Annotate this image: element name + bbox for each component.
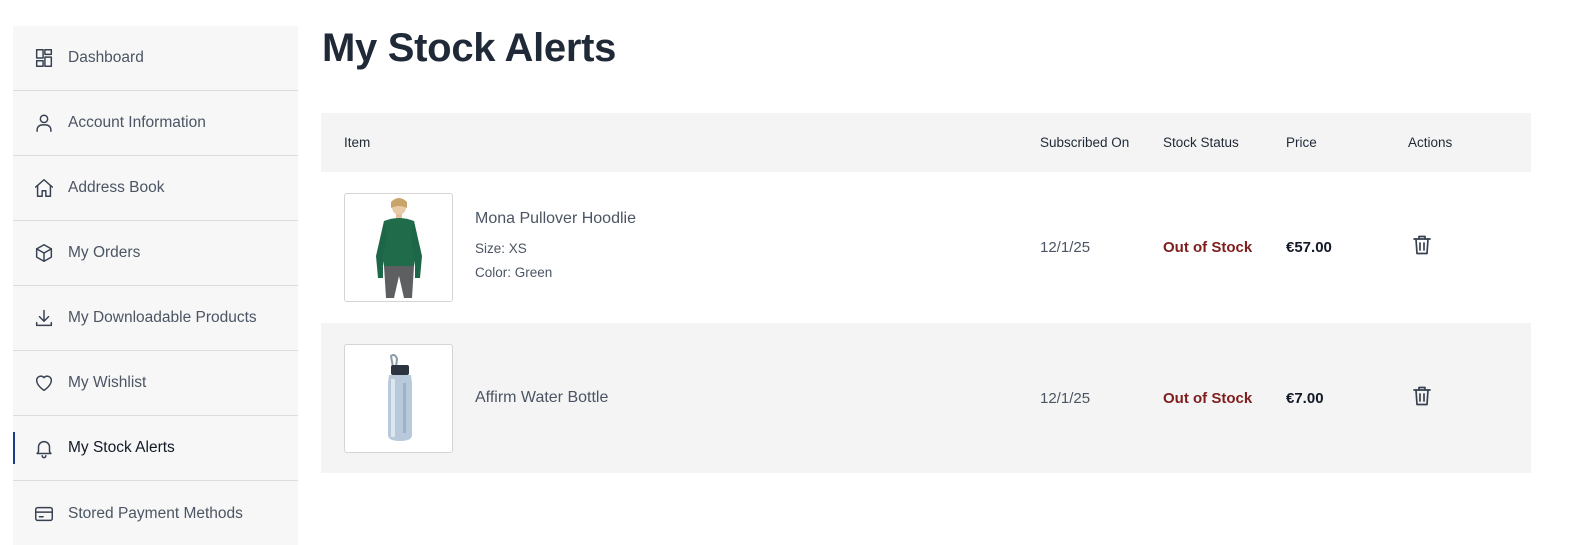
sidebar-item-label: My Stock Alerts (68, 439, 175, 456)
actions-cell (1408, 233, 1531, 262)
delete-alert-button[interactable] (1410, 384, 1434, 408)
table-header: Item Subscribed On Stock Status Price Ac… (321, 113, 1531, 172)
user-icon (33, 112, 55, 134)
sidebar-item-my-downloadable-products[interactable]: My Downloadable Products (13, 286, 298, 351)
sidebar-item-my-orders[interactable]: My Orders (13, 221, 298, 286)
subscribed-date: 12/1/25 (1040, 389, 1091, 407)
item-details: Affirm Water Bottle (475, 389, 608, 407)
trash-icon (1413, 386, 1431, 405)
sidebar-item-label: Address Book (68, 179, 165, 196)
product-name-link[interactable]: Mona Pullover Hoodlie (475, 210, 636, 228)
product-image[interactable] (344, 343, 453, 453)
water-bottle-photo (387, 354, 412, 441)
sidebar-item-address-book[interactable]: Address Book (13, 156, 298, 221)
product-color: Color: Green (475, 265, 553, 280)
product-image[interactable] (344, 193, 453, 302)
subscribed-date: 12/1/25 (1040, 239, 1091, 256)
sidebar-item-stored-payment-methods[interactable]: Stored Payment Methods (13, 481, 298, 545)
table-row: Mona Pullover Hoodlie Size: XS Color: Gr… (321, 172, 1531, 323)
bell-icon (33, 437, 55, 459)
sidebar-item-label: My Orders (68, 244, 141, 261)
trash-icon (1413, 235, 1431, 255)
sidebar-item-label: Dashboard (68, 49, 144, 66)
price: €57.00 (1286, 239, 1332, 256)
column-header-stock-status: Stock Status (1163, 135, 1239, 150)
box-icon (33, 242, 55, 264)
sidebar-item-my-stock-alerts[interactable]: My Stock Alerts (13, 416, 298, 481)
sidebar-item-label: My Wishlist (68, 374, 147, 391)
item-details: Mona Pullover Hoodlie Size: XS Color: Gr… (475, 210, 636, 285)
green-pullover-photo (375, 197, 422, 298)
product-name-link[interactable]: Affirm Water Bottle (475, 389, 608, 407)
heart-icon (33, 372, 55, 394)
sidebar-item-account-information[interactable]: Account Information (13, 91, 298, 156)
stock-status: Out of Stock (1163, 239, 1253, 256)
download-icon (33, 307, 55, 329)
column-header-actions: Actions (1408, 135, 1453, 150)
credit-card-icon (33, 503, 55, 525)
account-sidebar: Dashboard Account Information Address Bo… (13, 26, 298, 545)
stock-status: Out of Stock (1163, 389, 1253, 407)
table-row: Affirm Water Bottle 12/1/25 Out of Stock… (321, 323, 1531, 473)
column-header-price: Price (1286, 135, 1317, 150)
sidebar-item-label: Stored Payment Methods (68, 504, 243, 522)
dashboard-icon (33, 47, 55, 69)
sidebar-item-label: Account Information (68, 114, 206, 131)
delete-alert-button[interactable] (1410, 233, 1434, 257)
product-size: Size: XS (475, 241, 527, 256)
price: €7.00 (1286, 389, 1324, 407)
sidebar-item-dashboard[interactable]: Dashboard (13, 26, 298, 91)
actions-cell (1408, 384, 1531, 413)
item-cell: Mona Pullover Hoodlie Size: XS Color: Gr… (321, 193, 1040, 302)
sidebar-item-label: My Downloadable Products (68, 309, 257, 326)
home-icon (33, 177, 55, 199)
stock-alerts-table: Item Subscribed On Stock Status Price Ac… (321, 113, 1531, 473)
sidebar-item-my-wishlist[interactable]: My Wishlist (13, 351, 298, 416)
item-cell: Affirm Water Bottle (321, 343, 1040, 453)
column-header-item: Item (344, 135, 371, 150)
column-header-subscribed-on: Subscribed On (1040, 135, 1130, 150)
page-title: My Stock Alerts (322, 26, 617, 70)
